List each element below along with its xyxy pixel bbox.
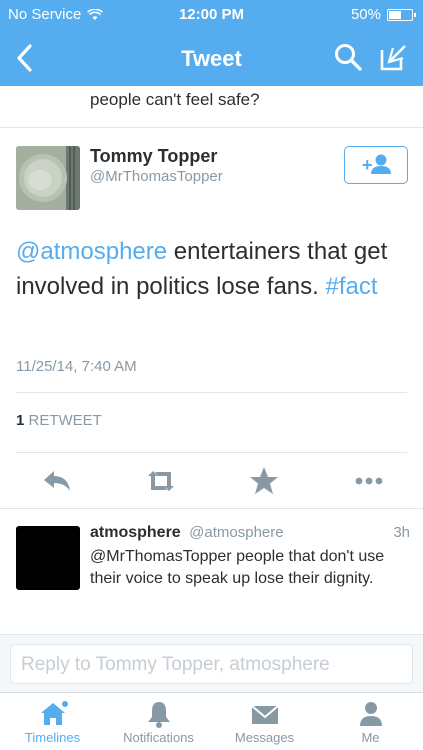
follow-button[interactable]: + bbox=[344, 146, 408, 184]
status-bar: No Service 12:00 PM 50% bbox=[0, 0, 423, 30]
tab-label: Me bbox=[361, 730, 380, 745]
reply-input[interactable]: Reply to Tommy Topper, atmosphere bbox=[10, 644, 413, 684]
hashtag-link[interactable]: #fact bbox=[326, 273, 378, 300]
retweet-count-number: 1 bbox=[16, 412, 25, 429]
envelope-icon bbox=[250, 705, 279, 724]
svg-text:+: + bbox=[362, 155, 373, 175]
reply-author-name[interactable]: atmosphere bbox=[90, 524, 181, 541]
tab-messages[interactable]: Messages bbox=[212, 693, 317, 750]
reply-tweet[interactable]: atmosphere @atmosphere 3h @MrThomasToppe… bbox=[0, 510, 423, 634]
retweet-icon[interactable] bbox=[144, 464, 178, 498]
bell-icon bbox=[147, 702, 170, 728]
reply-header: atmosphere @atmosphere 3h bbox=[90, 524, 410, 542]
reply-time: 3h bbox=[393, 524, 410, 541]
divider bbox=[16, 452, 407, 453]
tab-me[interactable]: Me bbox=[318, 693, 423, 750]
battery-percent: 50% bbox=[350, 6, 381, 23]
reply-text: @MrThomasTopper people that don't use th… bbox=[90, 548, 385, 587]
home-icon bbox=[40, 701, 68, 725]
author-handle[interactable]: @MrThomasTopper bbox=[90, 168, 223, 185]
battery-icon bbox=[387, 8, 416, 21]
tab-bar: Timelines Notifications Messages Me bbox=[0, 692, 423, 750]
avatar-image bbox=[16, 146, 80, 210]
tab-label: Notifications bbox=[123, 730, 194, 745]
reply-author-handle[interactable]: @atmosphere bbox=[189, 524, 283, 541]
add-user-icon: + bbox=[362, 154, 391, 175]
person-icon bbox=[359, 702, 382, 726]
top-bar: No Service 12:00 PM 50% Tweet bbox=[0, 0, 423, 86]
previous-tweet-text: people can't feel safe? bbox=[90, 90, 260, 109]
tab-notifications[interactable]: Notifications bbox=[106, 693, 211, 750]
tweet-text: @atmosphere entertainers that get involv… bbox=[16, 234, 411, 304]
reply-bar: Reply to Tommy Topper, atmosphere bbox=[0, 634, 423, 692]
favorite-star-icon[interactable] bbox=[247, 464, 281, 498]
tab-label: Messages bbox=[234, 730, 295, 745]
search-icon[interactable] bbox=[333, 42, 363, 72]
status-right: 50% bbox=[350, 6, 416, 23]
compose-icon[interactable] bbox=[379, 42, 409, 72]
reply-avatar[interactable] bbox=[16, 526, 80, 590]
tab-timelines[interactable]: Timelines bbox=[0, 693, 105, 750]
tab-label: Timelines bbox=[24, 730, 81, 745]
reply-icon[interactable] bbox=[40, 464, 74, 498]
author-name[interactable]: Tommy Topper bbox=[90, 146, 217, 167]
retweet-count-label: RETWEET bbox=[28, 412, 102, 429]
divider bbox=[0, 508, 423, 509]
tweet-actions bbox=[0, 460, 423, 502]
avatar[interactable] bbox=[16, 146, 80, 210]
retweet-count[interactable]: 1 RETWEET bbox=[16, 412, 102, 429]
tweet-timestamp: 11/25/14, 7:40 AM bbox=[16, 358, 137, 375]
previous-tweet[interactable]: people can't feel safe? bbox=[0, 86, 423, 128]
battery-fill bbox=[389, 10, 401, 19]
divider bbox=[16, 392, 407, 393]
more-dots-icon[interactable] bbox=[352, 464, 386, 498]
mention-link[interactable]: @atmosphere bbox=[16, 238, 167, 265]
nav-bar: Tweet bbox=[0, 30, 423, 86]
